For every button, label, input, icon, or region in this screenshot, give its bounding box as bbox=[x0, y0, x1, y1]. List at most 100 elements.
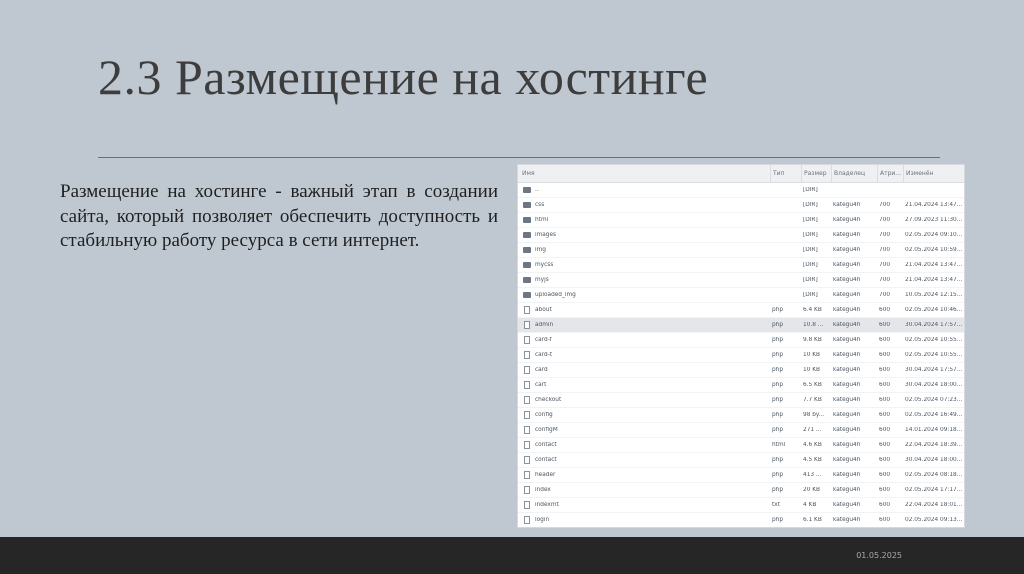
file-row-icon-cell bbox=[518, 456, 532, 464]
column-header-modified[interactable]: Изменён bbox=[903, 165, 964, 182]
file-name: img bbox=[535, 247, 546, 253]
file-owner: kategu4h bbox=[833, 247, 861, 253]
file-permissions: 600 bbox=[879, 352, 891, 358]
column-header-permissions[interactable]: Атри... bbox=[877, 165, 903, 182]
file-row[interactable]: mycss [DIR] kategu4h 700 21.04.2024 13:47... bbox=[518, 258, 964, 273]
file-permissions: 600 bbox=[879, 367, 891, 373]
file-row-icon-cell bbox=[518, 366, 532, 374]
file-row[interactable]: configM php 271 ... kategu4h 600 14.01.2024 0… bbox=[518, 423, 964, 438]
file-icon bbox=[524, 366, 530, 374]
file-name: configM bbox=[535, 427, 558, 433]
file-row[interactable]: html [DIR] kategu4h 700 27.09.2023 11:30... bbox=[518, 213, 964, 228]
file-type: html bbox=[772, 442, 786, 448]
file-size: 4 KB bbox=[803, 502, 817, 508]
file-icon bbox=[524, 441, 530, 449]
file-owner: kategu4h bbox=[833, 412, 861, 418]
file-size: [DIR] bbox=[803, 262, 818, 268]
column-header-owner[interactable]: Владелец bbox=[831, 165, 877, 182]
slide-title: 2.3 Размещение на хостинге bbox=[98, 49, 709, 105]
file-row[interactable]: img [DIR] kategu4h 700 02.05.2024 10:59... bbox=[518, 243, 964, 258]
file-size: 7.7 KB bbox=[803, 397, 822, 403]
file-modified: 30.04.2024 17:57... bbox=[905, 367, 963, 373]
file-modified: 21.04.2024 13:47... bbox=[905, 277, 963, 283]
file-size: 6.5 KB bbox=[803, 382, 822, 388]
file-permissions: 700 bbox=[879, 277, 891, 283]
file-row[interactable]: login php 6.1 KB kategu4h 600 02.05.2024 09:1… bbox=[518, 513, 964, 527]
file-row[interactable]: .. [DIR] bbox=[518, 183, 964, 198]
file-name: cart bbox=[535, 382, 547, 388]
file-type: php bbox=[772, 472, 784, 478]
file-modified: 02.05.2024 10:55... bbox=[905, 337, 963, 343]
column-header-size[interactable]: Размер bbox=[801, 165, 831, 182]
file-name: admin bbox=[535, 322, 554, 328]
file-modified: 02.05.2024 08:18... bbox=[905, 472, 963, 478]
file-owner: kategu4h bbox=[833, 277, 861, 283]
file-name: myjs bbox=[535, 277, 549, 283]
file-size: [DIR] bbox=[803, 232, 818, 238]
file-row[interactable]: card-f php 9.8 KB kategu4h 600 02.05.2024 10:… bbox=[518, 333, 964, 348]
file-size: [DIR] bbox=[803, 217, 818, 223]
file-row[interactable]: card-t php 10 KB kategu4h 600 02.05.2024 10:5… bbox=[518, 348, 964, 363]
file-modified: 02.05.2024 10:46... bbox=[905, 307, 963, 313]
file-row-icon-cell bbox=[518, 217, 532, 223]
file-row[interactable]: contact php 4.5 KB kategu4h 600 30.04.2024 18… bbox=[518, 453, 964, 468]
file-row[interactable]: admin php 10.8 ... kategu4h 600 30.04.2024 17… bbox=[518, 318, 964, 333]
file-name: .. bbox=[535, 187, 539, 193]
file-type: php bbox=[772, 352, 784, 358]
file-name: card-t bbox=[535, 352, 553, 358]
file-icon bbox=[524, 471, 530, 479]
file-owner: kategu4h bbox=[833, 502, 861, 508]
column-header-type[interactable]: Тип bbox=[770, 165, 801, 182]
column-header-name[interactable]: Имя bbox=[518, 170, 770, 177]
file-row[interactable]: index php 20 KB kategu4h 600 02.05.2024 17:17… bbox=[518, 483, 964, 498]
file-icon bbox=[524, 306, 530, 314]
file-name: contact bbox=[535, 442, 557, 448]
folder-icon bbox=[523, 277, 531, 283]
file-row[interactable]: about php 6.4 KB kategu4h 600 02.05.2024 10:4… bbox=[518, 303, 964, 318]
file-owner: kategu4h bbox=[833, 397, 861, 403]
file-row[interactable]: images [DIR] kategu4h 700 02.05.2024 09:10..… bbox=[518, 228, 964, 243]
file-list: .. [DIR] css [DIR] kategu4h 700 21.04.2024 13:… bbox=[518, 183, 964, 527]
file-owner: kategu4h bbox=[833, 442, 861, 448]
file-owner: kategu4h bbox=[833, 472, 861, 478]
file-row[interactable]: card php 10 KB kategu4h 600 30.04.2024 17:57.… bbox=[518, 363, 964, 378]
title-divider bbox=[98, 157, 940, 158]
file-size: [DIR] bbox=[803, 247, 818, 253]
file-row-icon-cell bbox=[518, 336, 532, 344]
file-icon bbox=[524, 501, 530, 509]
file-permissions: 600 bbox=[879, 337, 891, 343]
file-permissions: 600 bbox=[879, 427, 891, 433]
file-row[interactable]: uploaded_img [DIR] kategu4h 700 10.05.2024 1… bbox=[518, 288, 964, 303]
file-size: 413 ... bbox=[803, 472, 822, 478]
file-type: php bbox=[772, 307, 784, 313]
file-row[interactable]: contact html 4.6 KB kategu4h 600 22.04.2024 1… bbox=[518, 438, 964, 453]
file-row-icon-cell bbox=[518, 471, 532, 479]
file-row[interactable]: myjs [DIR] kategu4h 700 21.04.2024 13:47... bbox=[518, 273, 964, 288]
file-size: [DIR] bbox=[803, 202, 818, 208]
file-name: login bbox=[535, 517, 550, 523]
file-modified: 22.04.2024 18:39... bbox=[905, 442, 963, 448]
file-permissions: 700 bbox=[879, 202, 891, 208]
file-row[interactable]: header php 413 ... kategu4h 600 02.05.2024 08… bbox=[518, 468, 964, 483]
folder-icon bbox=[523, 187, 531, 193]
file-name: config bbox=[535, 412, 553, 418]
file-row[interactable]: cart php 6.5 KB kategu4h 600 30.04.2024 18:00… bbox=[518, 378, 964, 393]
file-icon bbox=[524, 321, 530, 329]
file-owner: kategu4h bbox=[833, 367, 861, 373]
file-type: php bbox=[772, 322, 784, 328]
file-owner: kategu4h bbox=[833, 202, 861, 208]
file-modified: 30.04.2024 17:57... bbox=[905, 322, 963, 328]
file-row[interactable]: config php 98 by... kategu4h 600 02.05.2024 1… bbox=[518, 408, 964, 423]
file-row[interactable]: checkout php 7.7 KB kategu4h 600 02.05.2024 0… bbox=[518, 393, 964, 408]
file-icon bbox=[524, 426, 530, 434]
file-row[interactable]: indexmt txt 4 KB kategu4h 600 22.04.2024 18:0… bbox=[518, 498, 964, 513]
file-permissions: 600 bbox=[879, 382, 891, 388]
file-row-icon-cell bbox=[518, 486, 532, 494]
file-size: 4.5 KB bbox=[803, 457, 822, 463]
file-name: card bbox=[535, 367, 548, 373]
file-modified: 02.05.2024 16:49... bbox=[905, 412, 963, 418]
file-row-icon-cell bbox=[518, 501, 532, 509]
file-permissions: 600 bbox=[879, 322, 891, 328]
folder-icon bbox=[523, 202, 531, 208]
file-row[interactable]: css [DIR] kategu4h 700 21.04.2024 13:47... bbox=[518, 198, 964, 213]
